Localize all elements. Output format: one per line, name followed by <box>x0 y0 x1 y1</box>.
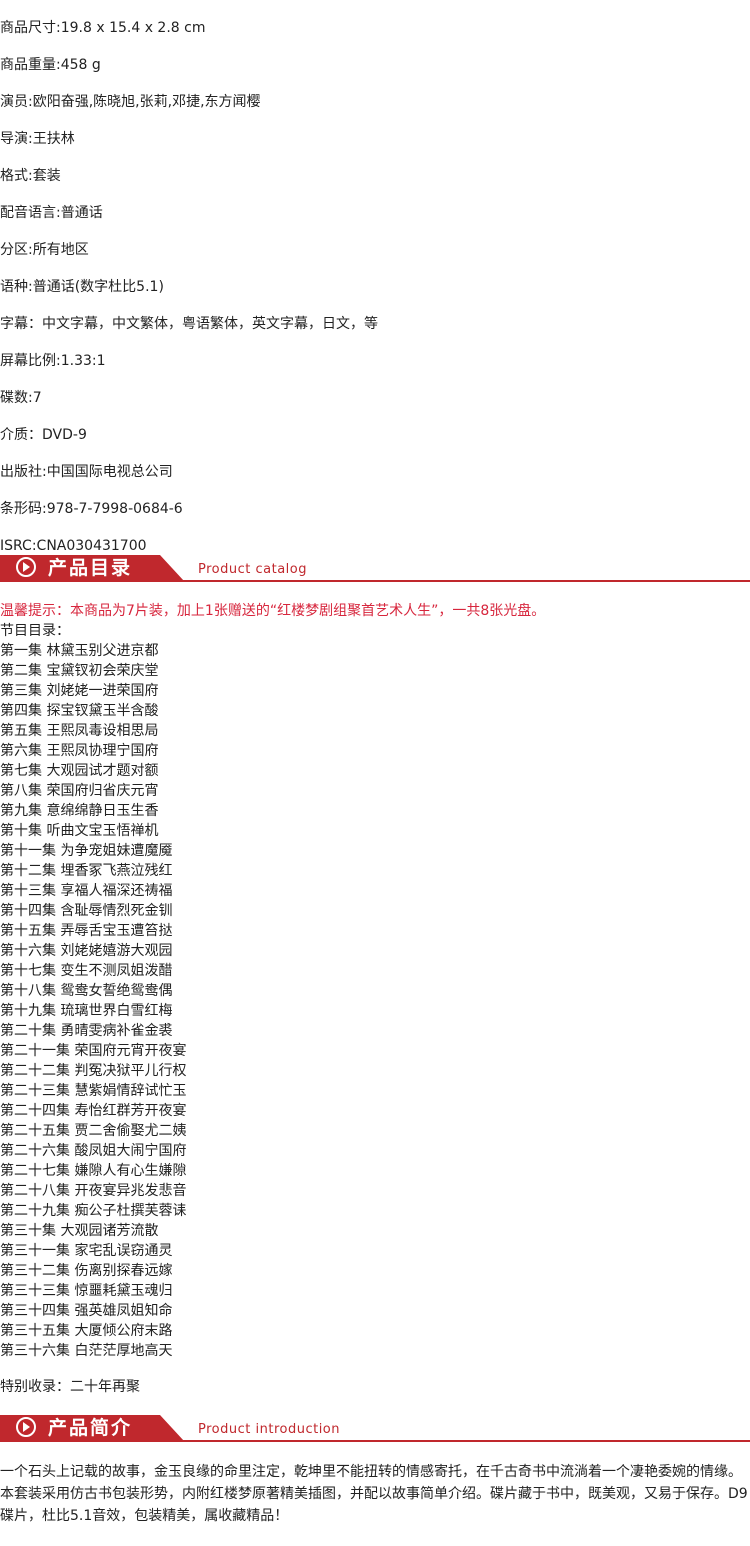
episode-item: 第十三集 享福人福深还祷福 <box>0 883 173 899</box>
intro-title-en: Product introduction <box>198 1422 340 1437</box>
spec-size: 商品尺寸:19.8 x 15.4 x 2.8 cm <box>0 20 206 36</box>
episode-item: 第三十四集 强英雄凤姐知命 <box>0 1303 173 1319</box>
spec-director: 导演:王扶林 <box>0 131 75 147</box>
episode-item: 第八集 荣国府归省庆元宵 <box>0 783 159 799</box>
spec-audio-language: 语种:普通话(数字杜比5.1) <box>0 279 164 295</box>
episode-item: 第十四集 含耻辱情烈死金钏 <box>0 903 173 919</box>
episode-item: 第二十四集 寿怡红群芳开夜宴 <box>0 1103 187 1119</box>
episode-item: 第三十集 大观园诸芳流散 <box>0 1223 159 1239</box>
episode-item: 第二十五集 贾二舍偷娶尤二姨 <box>0 1123 187 1139</box>
spec-barcode: 条形码:978-7-7998-0684-6 <box>0 501 183 517</box>
episode-item: 第二十八集 开夜宴异兆发悲音 <box>0 1183 187 1199</box>
episode-item: 第十六集 刘姥姥嬉游大观园 <box>0 943 173 959</box>
episode-item: 第十集 听曲文宝玉悟禅机 <box>0 823 159 839</box>
episode-item: 第十八集 鸳鸯女誓绝鸳鸯偶 <box>0 983 173 999</box>
spec-weight: 商品重量:458 g <box>0 57 101 73</box>
spec-format: 格式:套装 <box>0 168 61 184</box>
intro-title-cn: 产品简介 <box>48 1417 133 1439</box>
catalog-title-cn: 产品目录 <box>48 557 133 579</box>
episode-item: 第三十六集 白茫茫厚地高天 <box>0 1343 173 1359</box>
episode-item: 第十五集 弄辱舌宝玉遭笞挞 <box>0 923 173 939</box>
episode-item: 第二十集 勇晴雯病补雀金裘 <box>0 1023 173 1039</box>
spec-medium: 介质：DVD-9 <box>0 427 87 443</box>
episode-item: 第二集 宝黛钗初会荣庆堂 <box>0 663 159 679</box>
episode-item: 第三十五集 大厦倾公府末路 <box>0 1323 173 1339</box>
episode-item: 第七集 大观园试才题对额 <box>0 763 159 779</box>
episode-item: 第四集 探宝钗黛玉半含酸 <box>0 703 159 719</box>
episode-item: 第三十三集 惊噩耗黛玉魂归 <box>0 1283 173 1299</box>
episode-catalog: 节目目录： 第一集 林黛玉别父进京都 第二集 宝黛钗初会荣庆堂 第三集 刘姥姥一… <box>0 621 186 1361</box>
episode-item: 第六集 王熙凤协理宁国府 <box>0 743 159 759</box>
catalog-section-banner: 产品目录 Product catalog <box>0 555 750 583</box>
spec-disc-count: 碟数:7 <box>0 390 42 406</box>
arrow-circle-icon <box>16 1417 36 1437</box>
episode-item: 第三十二集 伤离别探春远嫁 <box>0 1263 173 1279</box>
spec-aspect-ratio: 屏幕比例:1.33:1 <box>0 353 106 369</box>
catalog-heading: 节目目录： <box>0 623 70 639</box>
episode-item: 第二十一集 荣国府元宵开夜宴 <box>0 1043 187 1059</box>
spec-isrc: ISRC:CNA030431700 <box>0 538 147 554</box>
episode-item: 第十九集 琉璃世界白雪红梅 <box>0 1003 173 1019</box>
episode-item: 第十二集 埋香冢飞燕泣残红 <box>0 863 173 879</box>
episode-item: 第二十三集 慧紫娟情辞试忙玉 <box>0 1083 187 1099</box>
episode-item: 第五集 王熙凤毒设相思局 <box>0 723 159 739</box>
spec-actors: 演员:欧阳奋强,陈晓旭,张莉,邓捷,东方闻樱 <box>0 94 261 110</box>
episode-item: 第一集 林黛玉别父进京都 <box>0 643 159 659</box>
spec-dub-language: 配音语言:普通话 <box>0 205 103 221</box>
episode-item: 第二十六集 酸凤姐大闹宁国府 <box>0 1143 187 1159</box>
notice-text: 温馨提示：本商品为7片装，加上1张赠送的“红楼梦剧组聚首艺术人生”，一共8张光盘… <box>0 603 546 619</box>
catalog-title-en: Product catalog <box>198 562 307 577</box>
episode-item: 第十一集 为争宠姐妹遭魔魇 <box>0 843 173 859</box>
intro-text: 一个石头上记载的故事，金玉良缘的命里注定，乾坤里不能扭转的情感寄托，在千古奇书中… <box>0 1464 748 1524</box>
episode-item: 第九集 意绵绵静日玉生香 <box>0 803 159 819</box>
episode-item: 第三十一集 家宅乱误窃通灵 <box>0 1243 173 1259</box>
episode-item: 第二十七集 嫌隙人有心生嫌隙 <box>0 1163 187 1179</box>
episode-item: 第三集 刘姥姥一进荣国府 <box>0 683 159 699</box>
spec-subtitles: 字幕：中文字幕，中文繁体，粤语繁体，英文字幕，日文，等 <box>0 316 378 332</box>
episode-item: 第十七集 变生不测凤姐泼醋 <box>0 963 173 979</box>
episode-item: 第二十九集 痴公子杜撰芙蓉诔 <box>0 1203 187 1219</box>
intro-section-banner: 产品简介 Product introduction <box>0 1415 750 1443</box>
spec-region: 分区:所有地区 <box>0 242 89 258</box>
spec-publisher: 出版社:中国国际电视总公司 <box>0 464 173 480</box>
episode-item: 第二十二集 判冤决狱平儿行权 <box>0 1063 187 1079</box>
arrow-circle-icon <box>16 557 36 577</box>
special-collection: 特别收录：二十年再聚 <box>0 1379 140 1395</box>
